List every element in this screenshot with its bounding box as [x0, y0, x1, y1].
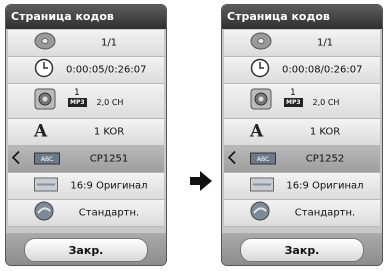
- aspect-row[interactable]: 16:9 Оригинал: [224, 173, 380, 200]
- code-page-panel-after: Страница кодов 1/1 0:00:08/0:26:07 1 MP3…: [221, 4, 383, 266]
- clock-icon: [250, 58, 270, 82]
- time-row[interactable]: 0:00:08/0:26:07: [224, 57, 380, 84]
- subtitle-value: 1 KOR: [309, 126, 341, 138]
- picture-mode-value: Стандартн.: [78, 207, 140, 219]
- chevron-left-icon[interactable]: [227, 150, 236, 169]
- aspect-row[interactable]: 16:9 Оригинал: [8, 173, 164, 200]
- aspect-ratio-icon: [250, 177, 274, 196]
- close-button[interactable]: Закр.: [240, 238, 364, 262]
- aspect-value: 16:9 Оригинал: [286, 180, 364, 192]
- title-row[interactable]: 1/1: [8, 30, 164, 57]
- audio-channels: 2,0 CH: [312, 98, 340, 107]
- picture-mode-icon: [250, 201, 270, 225]
- title-value: 1/1: [316, 37, 334, 49]
- speaker-icon: [34, 88, 56, 114]
- code-page-row[interactable]: ABC CP1251: [8, 146, 164, 173]
- abc-chip-icon: ABC: [34, 150, 60, 169]
- audio-row[interactable]: 1 MP3 2,0 CH: [8, 84, 164, 119]
- disc-icon: [34, 32, 56, 54]
- code-page-row[interactable]: ABC CP1252: [224, 146, 380, 173]
- panel-title: Страница кодов: [6, 5, 166, 29]
- audio-format-badge: MP3: [284, 98, 303, 107]
- picture-mode-icon: [34, 201, 54, 225]
- abc-chip-icon: ABC: [250, 150, 276, 169]
- disc-icon: [250, 32, 272, 54]
- code-page-value: CP1251: [89, 153, 129, 165]
- audio-channels: 2,0 CH: [96, 98, 124, 107]
- font-a-icon: A: [34, 121, 48, 142]
- abc-chip-text: ABC: [257, 156, 269, 163]
- clock-icon: [34, 58, 54, 82]
- time-value: 0:00:08/0:26:07: [282, 64, 363, 76]
- code-page-value: CP1252: [305, 153, 345, 165]
- abc-chip-text: ABC: [41, 156, 53, 163]
- right-arrow-icon: [190, 171, 212, 191]
- code-page-panel-before: Страница кодов 1/1 0:00:05/0:26:07 1 MP3…: [5, 4, 167, 266]
- title-row[interactable]: 1/1: [224, 30, 380, 57]
- time-value: 0:00:05/0:26:07: [66, 64, 147, 76]
- panel-title: Страница кодов: [222, 5, 382, 29]
- picture-mode-row[interactable]: Стандартн.: [8, 200, 164, 227]
- subtitle-row[interactable]: A 1 KOR: [224, 119, 380, 146]
- time-row[interactable]: 0:00:05/0:26:07: [8, 57, 164, 84]
- font-a-icon: A: [250, 121, 264, 142]
- aspect-ratio-icon: [34, 177, 58, 196]
- speaker-icon: [250, 88, 272, 114]
- chevron-left-icon[interactable]: [11, 150, 20, 169]
- close-area: Закр.: [222, 233, 382, 265]
- subtitle-row[interactable]: A 1 KOR: [8, 119, 164, 146]
- audio-row[interactable]: 1 MP3 2,0 CH: [224, 84, 380, 119]
- subtitle-value: 1 KOR: [93, 126, 125, 138]
- audio-format-badge: MP3: [68, 98, 87, 107]
- audio-info: 1 MP3 2,0 CH: [68, 88, 123, 108]
- picture-mode-value: Стандартн.: [294, 207, 356, 219]
- aspect-value: 16:9 Оригинал: [70, 180, 148, 192]
- picture-mode-row[interactable]: Стандартн.: [224, 200, 380, 227]
- audio-track-number: 1: [290, 88, 296, 98]
- close-button[interactable]: Закр.: [24, 238, 148, 262]
- title-value: 1/1: [100, 37, 118, 49]
- audio-info: 1 MP3 2,0 CH: [284, 88, 339, 108]
- close-area: Закр.: [6, 233, 166, 265]
- audio-track-number: 1: [74, 88, 80, 98]
